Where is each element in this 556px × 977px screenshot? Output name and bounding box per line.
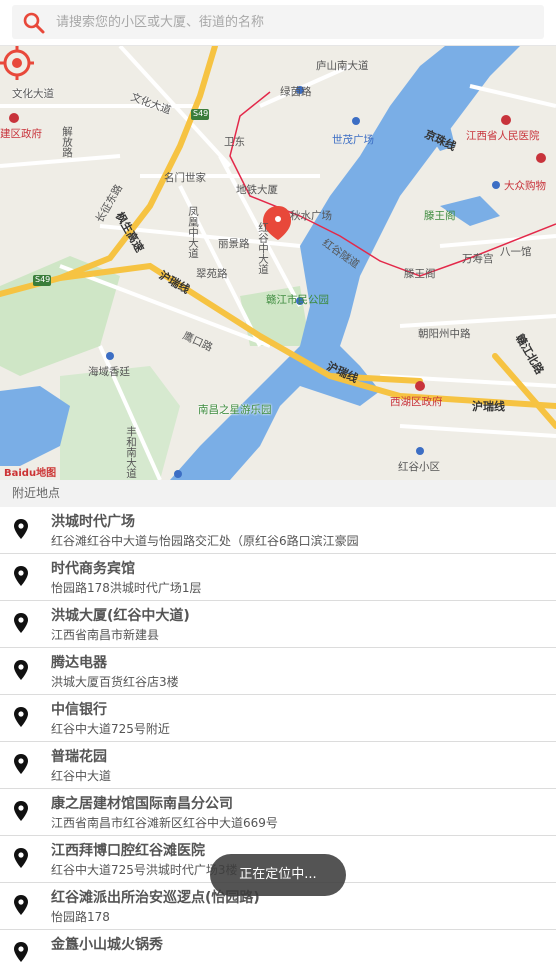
map-label: 凤凰中大道 — [187, 206, 199, 259]
map-label: 江西省人民医院 — [466, 130, 540, 142]
location-pin-icon — [14, 801, 28, 821]
map-label: 八一馆 — [500, 246, 532, 258]
place-address: 红谷中大道725号附近 — [51, 722, 170, 736]
map-label: 丰和南大道 — [125, 426, 137, 479]
map-view[interactable]: 庐山南大道 绿茵路 文化大道 文化大道 建区政府 解放路 S49 S49 卫东 … — [0, 46, 556, 480]
search-icon[interactable] — [22, 11, 46, 35]
place-name: 金簋小山城火锅秀 — [51, 937, 163, 953]
map-label: 建区政府 — [0, 128, 42, 140]
map-label: 朝阳州中路 — [418, 328, 471, 340]
map-label: 南昌之星游乐园 — [198, 404, 272, 416]
list-item[interactable]: 时代商务宾馆 怡园路178洪城时代广场1层 — [0, 554, 556, 601]
place-name: 洪城大厦(红谷中大道) — [51, 608, 190, 624]
place-name: 江西拜博口腔红谷滩医院 — [51, 843, 205, 859]
map-label: 海域香廷 — [88, 366, 130, 378]
map-label: 沪瑞线 — [472, 400, 505, 413]
map-label: 万寿宫 — [462, 253, 494, 265]
location-pin-icon — [14, 754, 28, 774]
list-item[interactable]: 洪城时代广场 红谷滩红谷中大道与怡园路交汇处（原红谷6路口滨江豪园 — [0, 507, 556, 554]
map-label: 西湖区政府 — [390, 396, 443, 408]
baidu-map-logo: Baidu地图 — [4, 468, 57, 479]
place-name: 腾达电器 — [51, 655, 107, 671]
map-label: 解放路 — [61, 126, 73, 158]
locating-toast: 正在定位中... — [210, 854, 346, 896]
map-label: 秋水广场 — [290, 210, 332, 222]
list-item[interactable]: 康之居建材馆国际南昌分公司 江西省南昌市红谷滩新区红谷中大道669号 — [0, 789, 556, 836]
map-label: 卫东 — [224, 136, 245, 148]
place-address: 怡园路178 — [51, 910, 110, 924]
place-name: 洪城时代广场 — [51, 514, 135, 530]
map-label: 丽景路 — [218, 238, 250, 250]
place-address: 红谷滩红谷中大道与怡园路交汇处（原红谷6路口滨江豪园 — [51, 534, 359, 548]
map-label: 红谷小区 — [398, 461, 440, 473]
map-label: 世茂广场 — [332, 134, 374, 146]
map-label: 滕王阁 — [424, 210, 456, 222]
map-label: S49 — [193, 109, 209, 118]
list-item[interactable]: 普瑞花园 红谷中大道 — [0, 742, 556, 789]
location-pin-icon — [14, 613, 28, 633]
location-pin-icon — [14, 519, 28, 539]
map-label: 绿茵路 — [280, 86, 312, 98]
place-address: 江西省南昌市新建县 — [51, 628, 160, 642]
list-item[interactable]: 腾达电器 洪城大厦百货红谷店3楼 — [0, 648, 556, 695]
nearby-list: 洪城时代广场 红谷滩红谷中大道与怡园路交汇处（原红谷6路口滨江豪园 时代商务宾馆… — [0, 507, 556, 977]
map-label: 文化大道 — [12, 88, 54, 100]
search-bar — [0, 0, 556, 46]
location-pin-icon — [14, 848, 28, 868]
map-label: 名门世家 — [164, 172, 206, 184]
list-item[interactable]: 中信银行 红谷中大道725号附近 — [0, 695, 556, 742]
location-pin-icon — [14, 566, 28, 586]
map-label: 翠苑路 — [196, 268, 228, 280]
place-name: 普瑞花园 — [51, 749, 107, 765]
place-name: 中信银行 — [51, 702, 107, 718]
place-name: 康之居建材馆国际南昌分公司 — [51, 796, 233, 812]
location-pin-icon — [14, 707, 28, 727]
search-input[interactable] — [56, 10, 526, 34]
list-item[interactable]: 洪城大厦(红谷中大道) 江西省南昌市新建县 — [0, 601, 556, 648]
place-address: 怡园路178洪城时代广场1层 — [51, 581, 202, 595]
map-label: 地铁大厦 — [236, 184, 278, 196]
place-address: 洪城大厦百货红谷店3楼 — [51, 675, 179, 689]
list-item[interactable]: 金簋小山城火锅秀 — [0, 930, 556, 977]
place-address: 江西省南昌市红谷滩新区红谷中大道669号 — [51, 816, 278, 830]
map-label: 赣江市民公园 — [266, 294, 329, 306]
locate-me-icon[interactable] — [0, 46, 34, 80]
location-pin-icon — [14, 895, 28, 915]
place-address: 红谷中大道 — [51, 769, 112, 783]
nearby-header: 附近地点 — [0, 480, 556, 507]
map-label: 庐山南大道 — [316, 60, 369, 72]
map-label: S49 — [35, 275, 51, 284]
map-label: 红谷中大道 — [257, 222, 269, 275]
map-label: 滕王阁 — [404, 268, 436, 280]
place-name: 时代商务宾馆 — [51, 561, 135, 577]
search-box[interactable] — [12, 5, 544, 39]
map-label: 大众购物 — [504, 180, 546, 192]
location-pin-icon — [14, 660, 28, 680]
location-pin-icon — [14, 942, 28, 962]
